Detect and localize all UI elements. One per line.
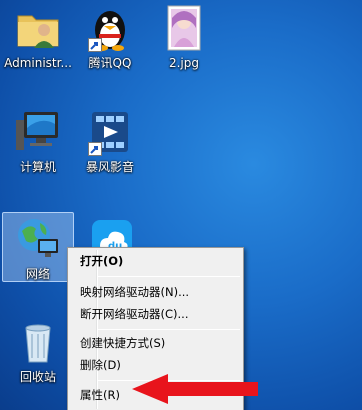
desktop-icon-label: 网络 <box>25 267 50 281</box>
desktop-icon-label: 计算机 <box>19 160 56 174</box>
desktop-icon-network[interactable]: 网络 <box>2 212 74 282</box>
image-file-icon <box>167 5 201 51</box>
user-folder-icon <box>17 15 59 48</box>
desktop-icon-label: 2.jpg <box>168 56 200 70</box>
desktop-icon-qq[interactable]: 腾讯QQ <box>72 0 148 86</box>
desktop-icon-label: 回收站 <box>19 370 56 384</box>
menu-item-map-network-drive[interactable]: 映射网络驱动器(N)... <box>71 281 240 303</box>
menu-item-open[interactable]: 打开(O) <box>71 250 240 272</box>
recycle-bin-icon <box>25 324 51 363</box>
menu-item-disconnect-network-drive[interactable]: 断开网络驱动器(C)... <box>71 303 240 325</box>
menu-separator <box>98 329 240 330</box>
desktop-icon-label: 腾讯QQ <box>88 56 132 70</box>
shortcut-arrow-icon <box>88 142 102 156</box>
desktop-icon-administrator[interactable]: Administr... <box>0 0 76 86</box>
desktop-icon-label: Administr... <box>4 56 72 70</box>
shortcut-arrow-icon <box>88 38 102 52</box>
desktop-icon-2jpg[interactable]: 2.jpg <box>146 0 222 86</box>
menu-item-create-shortcut[interactable]: 创建快捷方式(S) <box>71 332 240 354</box>
desktop-icon-computer[interactable]: 计算机 <box>0 104 76 190</box>
desktop-icon-recycle-bin[interactable]: 回收站 <box>0 314 76 400</box>
computer-icon <box>16 112 58 150</box>
red-arrow-annotation <box>132 374 258 404</box>
desktop-icon-label: 暴风影音 <box>85 160 134 174</box>
network-globe-icon <box>18 219 58 257</box>
desktop-icon-baofeng[interactable]: 暴风影音 <box>72 104 148 190</box>
menu-separator <box>98 276 240 277</box>
